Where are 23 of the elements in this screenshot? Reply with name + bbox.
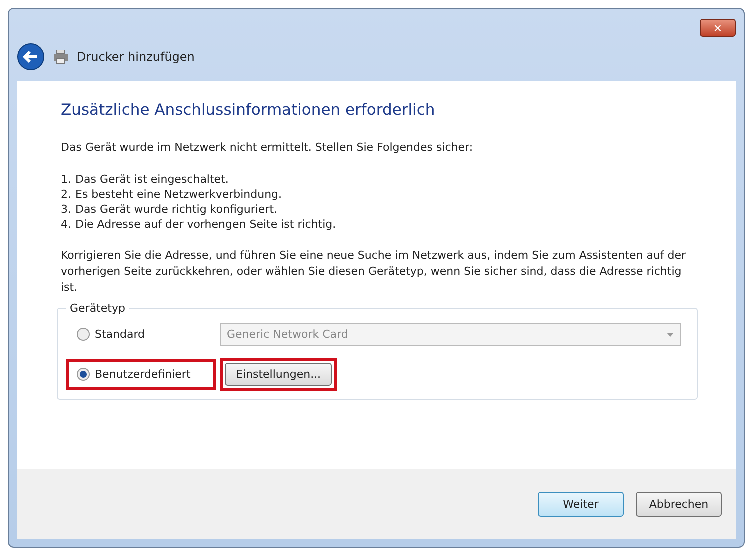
dialog-button[interactable]: Abbrechen	[636, 492, 722, 516]
list-number: 2.	[61, 187, 72, 202]
window-title: Drucker hinzufügen	[77, 50, 195, 64]
list-number: 1.	[61, 172, 72, 187]
list-item-text: Das Gerät ist eingeschaltet.	[76, 172, 229, 187]
close-button[interactable]: ×	[700, 19, 736, 37]
intro-text: Das Gerät wurde im Netzwerk nicht ermittelt. Stellen Sie Folgendes sicher:	[61, 141, 474, 154]
radio-button[interactable]	[77, 328, 90, 341]
list-item-text: Die Adresse auf der vorhengen Seite ist richtig.	[76, 217, 336, 232]
advice-text: Korrigieren Sie die Adresse, und führen Sie eine neue Suche im Netzwerk aus, indem Sie zum Assistenten auf der vorherigen Seite zurückkehren, oder wählen Sie diesen Gerätetyp, wenn Sie sicher sind, dass die Adresse richtig ist.	[61, 248, 688, 296]
settings-button[interactable]: Einstellungen...	[225, 363, 332, 386]
dialog-button[interactable]: Weiter	[538, 492, 624, 516]
dropdown-caret-icon	[667, 332, 674, 336]
list-number: 3.	[61, 202, 72, 217]
radio-label[interactable]: Standard	[95, 328, 146, 341]
page-heading: Zusätzliche Anschlussinformationen erforderlich	[61, 101, 436, 119]
radio-label[interactable]: Benutzerdefiniert	[95, 368, 191, 381]
printer-icon	[53, 50, 69, 64]
list-item-text: Das Gerät wurde richtig konfiguriert.	[76, 202, 278, 217]
group-label: Gerätetyp	[69, 302, 126, 315]
list-item-text: Es besteht eine Netzwerkverbindung.	[76, 187, 282, 202]
list-number: 4.	[61, 217, 72, 232]
radio-button[interactable]	[77, 368, 90, 381]
